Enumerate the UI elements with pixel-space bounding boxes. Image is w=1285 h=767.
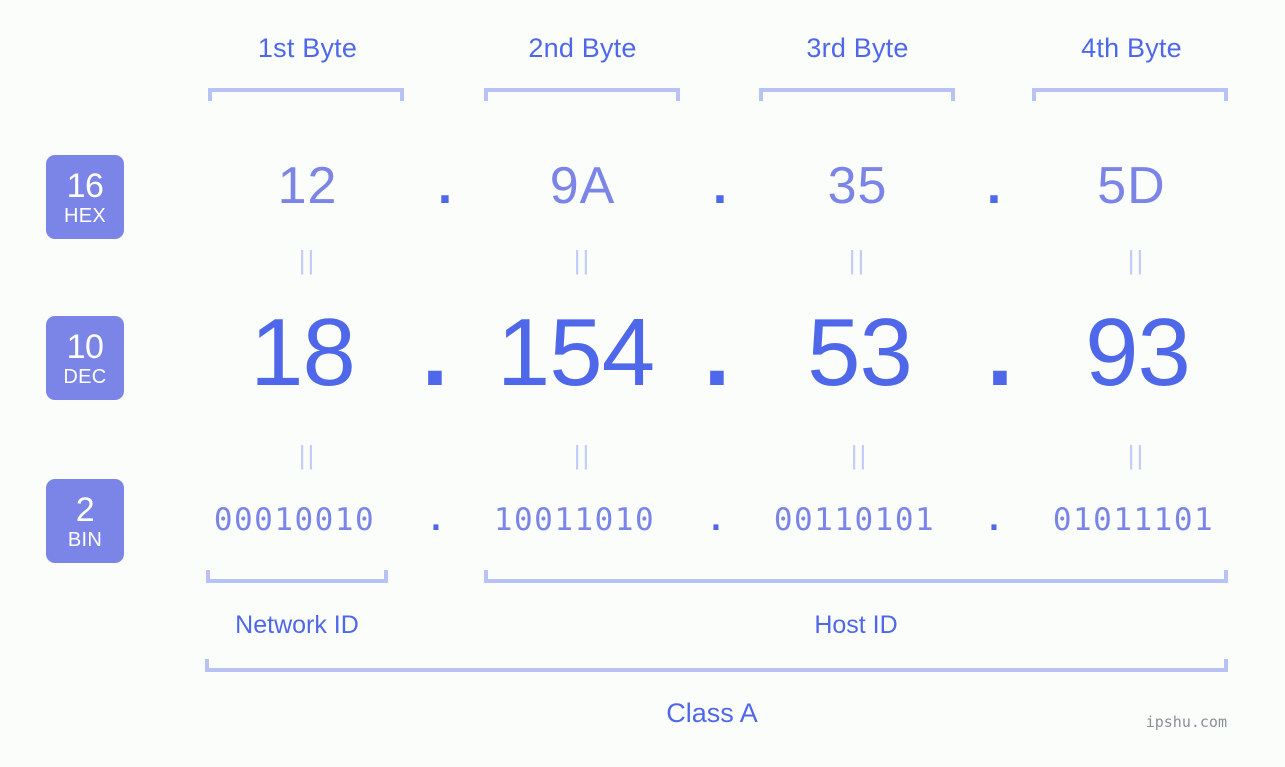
base-badge-dec-name: DEC xyxy=(63,365,107,388)
ip-breakdown-diagram: 1st Byte 2nd Byte 3rd Byte 4th Byte 16 H… xyxy=(0,0,1285,767)
bin-octet-1: 00010010 xyxy=(213,502,376,538)
equals-mark-dec-bin-3: || xyxy=(850,440,869,470)
dec-separator-1: . xyxy=(421,299,449,406)
hex-octet-4: 5D xyxy=(1097,157,1166,215)
class-bracket xyxy=(205,659,1228,672)
base-badge-bin: 2 BIN xyxy=(46,479,124,563)
dec-octet-1: 18 xyxy=(250,299,356,406)
dec-separator-2: . xyxy=(703,299,731,406)
base-badge-dec-number: 10 xyxy=(66,327,104,366)
bin-octet-4: 01011101 xyxy=(1052,502,1215,538)
base-badge-hex: 16 HEX xyxy=(46,155,124,239)
dec-octet-4: 93 xyxy=(1085,299,1191,406)
equals-mark-hex-dec-2: || xyxy=(573,245,592,275)
host-id-label: Host ID xyxy=(814,611,898,639)
hex-separator-3: . xyxy=(986,157,1002,215)
byte-header-label-1: 1st Byte xyxy=(257,33,358,63)
network-id-label: Network ID xyxy=(235,611,359,639)
hex-separator-2: . xyxy=(712,157,728,215)
class-label: Class A xyxy=(666,698,758,728)
base-badge-hex-name: HEX xyxy=(63,204,107,227)
base-badge-bin-number: 2 xyxy=(75,490,95,529)
host-id-bracket xyxy=(484,570,1228,583)
dec-octet-2: 154 xyxy=(496,299,655,406)
byte-header-label-2: 2nd Byte xyxy=(528,33,637,63)
equals-mark-hex-dec-3: || xyxy=(848,245,867,275)
equals-mark-dec-bin-4: || xyxy=(1127,440,1146,470)
equals-mark-hex-dec-4: || xyxy=(1127,245,1146,275)
bin-octet-2: 10011010 xyxy=(493,502,656,538)
base-badge-hex-number: 16 xyxy=(66,166,104,205)
bin-octet-3: 00110101 xyxy=(773,502,936,538)
bin-separator-2: . xyxy=(706,502,726,538)
hex-separator-1: . xyxy=(437,157,453,215)
base-badge-dec: 10 DEC xyxy=(46,316,124,400)
bin-separator-3: . xyxy=(984,502,1004,538)
bin-separator-1: . xyxy=(426,502,446,538)
site-watermark: ipshu.com xyxy=(1145,713,1227,731)
byte-header-label-4: 4th Byte xyxy=(1081,33,1182,63)
hex-octet-1: 12 xyxy=(277,157,338,215)
byte-bracket-3 xyxy=(759,88,955,101)
dec-octet-3: 53 xyxy=(807,299,913,406)
base-badge-bin-name: BIN xyxy=(67,528,103,551)
hex-octet-2: 9A xyxy=(549,157,616,215)
equals-mark-dec-bin-2: || xyxy=(573,440,592,470)
byte-bracket-4 xyxy=(1032,88,1228,101)
dec-separator-3: . xyxy=(986,299,1014,406)
byte-header-label-3: 3rd Byte xyxy=(806,33,909,63)
equals-mark-hex-dec-1: || xyxy=(298,245,317,275)
byte-bracket-1 xyxy=(208,88,404,101)
byte-bracket-2 xyxy=(484,88,680,101)
network-id-bracket xyxy=(206,570,388,583)
equals-mark-dec-bin-1: || xyxy=(298,440,317,470)
hex-octet-3: 35 xyxy=(827,157,888,215)
